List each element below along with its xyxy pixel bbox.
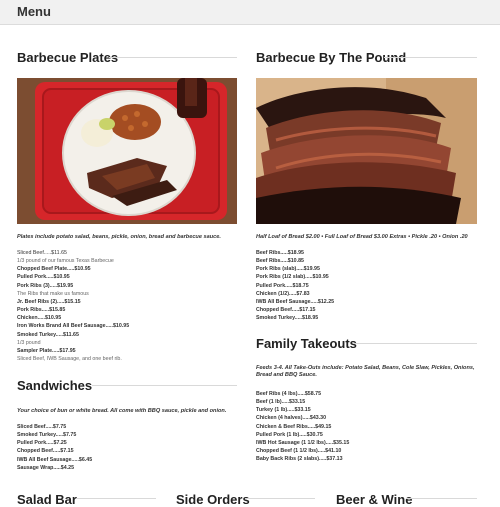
- menu-item: Pork Ribs (3).....$19.95: [17, 282, 74, 289]
- menu-item: Baby Back Ribs (2 slabs).....$37.13: [256, 456, 343, 463]
- section-divider: [245, 498, 315, 499]
- menu-item: Sampler Plate.....$17.95: [17, 347, 76, 354]
- sandwiches-list: Sliced Beef.....$7.75 Smoked Turkey.....$…: [17, 423, 242, 472]
- section-divider: [92, 385, 237, 386]
- menu-item: Chopped Beef.....$7.15: [17, 448, 74, 455]
- section-divider: [353, 343, 477, 344]
- menu-item: Sausage Wrap.....$4.25: [17, 464, 75, 471]
- family-takeouts-note: Feeds 3-4. All Take-Outs include: Potato…: [256, 365, 475, 378]
- section-title-sandwiches: Sandwiches: [17, 378, 93, 393]
- menu-item: Sliced Beef.....$7.75: [17, 424, 67, 430]
- menu-item: Chicken (1/2).....$7.83: [256, 290, 310, 297]
- menu-item: Pulled Pork.....$7.25: [17, 440, 67, 447]
- menu-item: IWB Hot Sausage (1 1/2 lbs).....$35.15: [256, 439, 350, 446]
- menu-item: 1/3 pound: [17, 339, 41, 346]
- bbq-plate-photo: [17, 78, 237, 224]
- by-the-pound-note: Half Loaf of Bread $2.00 • Full Loaf of …: [256, 234, 468, 240]
- section-title-bbq-plates: Barbecue Plates: [17, 50, 119, 65]
- menu-item: Pork Ribs (slab).....$19.95: [256, 266, 320, 273]
- menu-item: Chopped Beef.....$17.15: [256, 307, 316, 314]
- bbq-plates-list: Sliced Beef.....$11.65 1/3 pound of our f…: [17, 249, 242, 363]
- section-divider: [109, 57, 237, 58]
- menu-item: Chicken.....$10.95: [17, 315, 62, 322]
- sandwiches-note: Your choice of bun or white bread. All c…: [17, 408, 227, 414]
- menu-item: Chopped Beef Plate.....$10.95: [17, 266, 91, 273]
- menu-item: Iron Works Brand All Beef Sausage.....$1…: [17, 323, 130, 330]
- sliced-brisket-photo: [256, 78, 477, 224]
- section-divider: [76, 498, 156, 499]
- menu-item: Beef Ribs (4 lbs).....$58.75: [256, 391, 322, 397]
- menu-item: Chopped Beef (1 1/2 lbs).....$41.10: [256, 448, 342, 455]
- bbq-plates-note: Plates include potato salad, beans, pick…: [17, 234, 221, 240]
- menu-item: Pulled Pork.....$10.95: [17, 274, 70, 281]
- menu-item: Smoked Turkey.....$7.75: [17, 432, 77, 439]
- section-divider: [406, 498, 477, 499]
- menu-item: Chicken & Beef Ribs.....$49.15: [256, 423, 332, 430]
- menu-item: IWB All Beef Sausage.....$6.45: [17, 456, 93, 463]
- menu-item: Beef (1 lb).....$33.15: [256, 399, 306, 406]
- menu-item: Beef Ribs.....$10.85: [256, 258, 304, 265]
- menu-item: Pork Ribs (1/2 slab).....$10.95: [256, 274, 329, 281]
- menu-header-bar: Menu: [0, 0, 500, 25]
- menu-item: Jr. Beef Ribs (2).....$15.15: [17, 298, 81, 305]
- menu-item: Sliced Beef, IWB Sausage, and one beef r…: [17, 356, 122, 363]
- section-title-family-takeouts: Family Takeouts: [256, 336, 357, 351]
- menu-item: Pulled Pork (1 lb).....$30.75: [256, 431, 323, 438]
- by-the-pound-list: Beef Ribs.....$18.95 Beef Ribs.....$10.85…: [256, 249, 481, 322]
- menu-item: Smoked Turkey.....$18.95: [256, 315, 319, 322]
- menu-item: Pork Ribs.....$15.85: [17, 307, 66, 314]
- menu-item: Pulled Pork.....$18.75: [256, 282, 309, 289]
- menu-item: The Ribs that make us famous: [17, 290, 89, 297]
- menu-item: 1/3 pound of our famous Texas Barbecue: [17, 258, 114, 265]
- menu-item: Turkey (1 lb).....$33.15: [256, 407, 311, 414]
- menu-item: IWB All Beef Sausage.....$12.25: [256, 298, 335, 305]
- menu-item: Sliced Beef.....$11.65: [17, 250, 67, 256]
- family-takeouts-list: Beef Ribs (4 lbs).....$58.75 Beef (1 lb).…: [256, 390, 481, 463]
- page-title: Menu: [17, 4, 51, 19]
- menu-item: Beef Ribs.....$18.95: [256, 250, 304, 256]
- menu-item: Chicken (4 halves).....$43.30: [256, 415, 327, 422]
- menu-item: Smoked Turkey.....$11.65: [17, 331, 79, 338]
- section-divider: [384, 57, 477, 58]
